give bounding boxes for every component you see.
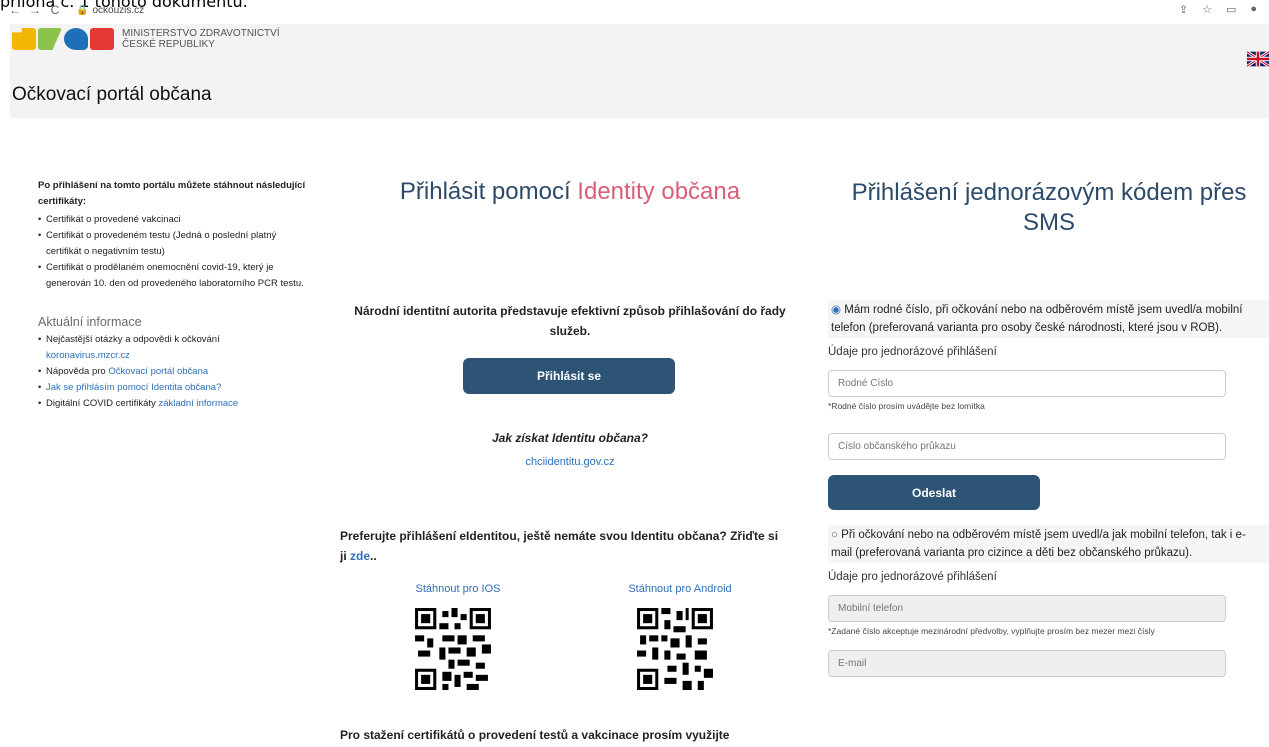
- prefer-eidentity-text: Preferujte přihlášení eIdentitou, ještě …: [340, 526, 780, 566]
- koronavirus-link[interactable]: koronavirus.mzcr.cz: [46, 350, 130, 361]
- option2-label: Při očkování nebo na odběrovém místě jse…: [831, 529, 1246, 559]
- star-icon[interactable]: ☆: [1202, 3, 1212, 16]
- identity-login-section: Přihlásit pomocí Identity občana Národní…: [340, 178, 800, 742]
- faq-text: Nejčastější otázky a odpovědi k očkování: [46, 334, 220, 345]
- sidepanel-icon[interactable]: ▭: [1226, 3, 1236, 16]
- list-item: Certifikát o provedené vakcinaci: [38, 212, 308, 228]
- uk-flag-icon[interactable]: [1247, 51, 1269, 67]
- certificates-intro: Po přihlášení na tomto portálu můžete st…: [38, 180, 306, 207]
- phone-input[interactable]: [828, 595, 1226, 622]
- sms-login-title: Přihlášení jednorázovým kódem přes SMS: [851, 179, 1247, 236]
- option1-label: Mám rodné číslo, při očkování nebo na od…: [831, 304, 1243, 334]
- sms-login-section: Přihlášení jednorázovým kódem přes SMS ◉…: [828, 178, 1269, 677]
- ministry-name: Ministerstvo zdravotnictví České republi…: [122, 28, 280, 50]
- lock-icon: 🔒: [76, 4, 89, 16]
- reload-icon[interactable]: C: [48, 3, 62, 17]
- how-to-get-identity: Jak získat Identitu občana?: [491, 431, 649, 445]
- list-item: Nápověda pro Očkovací portál občana: [38, 364, 308, 380]
- info-list: Nejčastější otázky a odpovědi k očkování…: [38, 332, 308, 412]
- title-light: Identity občana: [577, 178, 741, 205]
- email-input[interactable]: [828, 650, 1226, 677]
- left-sidebar: Po přihlášení na tomto portálu můžete st…: [38, 178, 308, 412]
- url-text: ockouzis.cz: [92, 4, 145, 16]
- radio-unselected-icon[interactable]: ○: [831, 529, 838, 541]
- covid-cert-text: Digitální COVID certifikáty: [46, 398, 159, 409]
- birth-number-note: *Rodné číslo prosím uvádějte bez lomítka: [828, 401, 985, 411]
- id-card-input[interactable]: [828, 433, 1226, 460]
- chciidentitu-link[interactable]: chciidentitu.gov.cz: [340, 456, 800, 468]
- nia-description: Národní identitní autorita představuje e…: [354, 304, 786, 338]
- identity-login-title: Přihlásit pomocí Identity občana: [340, 178, 800, 206]
- android-qr-code-icon[interactable]: [637, 608, 713, 690]
- option-birth-number[interactable]: ◉ Mám rodné číslo, při očkování nebo na …: [828, 300, 1269, 338]
- list-item: Digitální COVID certifikáty základní inf…: [38, 396, 308, 412]
- section-label: Údaje pro jednorázové přihlášení: [828, 571, 997, 583]
- site-header: Ministerstvo zdravotnictví České republi…: [10, 24, 1269, 118]
- radio-selected-icon[interactable]: ◉: [831, 304, 841, 316]
- forward-icon[interactable]: →: [28, 3, 42, 17]
- info-heading: Aktuální informace: [38, 315, 142, 329]
- list-item: Certifikát o prodělaném onemocnění covid…: [38, 260, 308, 292]
- address-bar[interactable]: 🔒 ockouzis.cz: [76, 5, 144, 16]
- logo-mark-icon: [12, 28, 114, 50]
- list-item: Certifikát o provedeném testu (Jedná o p…: [38, 228, 308, 260]
- back-icon[interactable]: ←: [8, 3, 22, 17]
- browser-actions: ⇪ ☆ ▭ ●: [1179, 3, 1257, 16]
- browser-toolbar: ← → C 🔒 ockouzis.cz ⇪ ☆ ▭ ●: [0, 0, 1269, 20]
- ministry-logo[interactable]: Ministerstvo zdravotnictví České republi…: [12, 28, 280, 50]
- download-android-link[interactable]: Stáhnout pro Android: [615, 583, 745, 595]
- section-label: Údaje pro jednorázové přihlášení: [828, 346, 997, 358]
- ministry-line2: České republiky: [122, 39, 215, 50]
- send-button[interactable]: Odeslat: [828, 475, 1040, 510]
- portal-title: Očkovací portál občana: [12, 84, 212, 105]
- option-phone-email[interactable]: ○ Při očkování nebo na odběrovém místě j…: [828, 525, 1269, 563]
- list-item: Nejčastější otázky a odpovědi k očkování…: [38, 332, 308, 364]
- ios-qr-code-icon[interactable]: [415, 608, 491, 690]
- download-ios-link[interactable]: Stáhnout pro IOS: [393, 583, 523, 595]
- help-text: Nápověda pro: [46, 366, 109, 377]
- basic-info-link[interactable]: základní informace: [158, 398, 238, 409]
- profile-icon[interactable]: ●: [1250, 3, 1257, 16]
- certificate-list: Certifikát o provedené vakcinaci Certifi…: [38, 212, 308, 292]
- phone-note: *Zadané číslo akceptuje mezinárodní před…: [828, 626, 1155, 636]
- share-icon[interactable]: ⇪: [1179, 3, 1188, 16]
- create-identity-link[interactable]: zde: [350, 549, 370, 563]
- portal-help-link[interactable]: Očkovací portál občana: [108, 366, 208, 377]
- identity-howto-link[interactable]: Jak se přihlásím pomocí Identita občana?: [46, 382, 221, 393]
- list-item: Jak se přihlásím pomocí Identita občana?: [38, 380, 308, 396]
- certificate-download-hint: Pro stažení certifikátů o provedení test…: [340, 728, 730, 742]
- birth-number-input[interactable]: [828, 370, 1226, 397]
- prefer-text: Preferujte přihlášení eIdentitou, ještě …: [340, 529, 779, 563]
- identity-login-button[interactable]: Přihlásit se: [463, 358, 675, 394]
- prefer-after: ..: [370, 549, 377, 563]
- ministry-line1: Ministerstvo zdravotnictví: [122, 28, 280, 39]
- title-bold: Přihlásit pomocí: [399, 178, 571, 205]
